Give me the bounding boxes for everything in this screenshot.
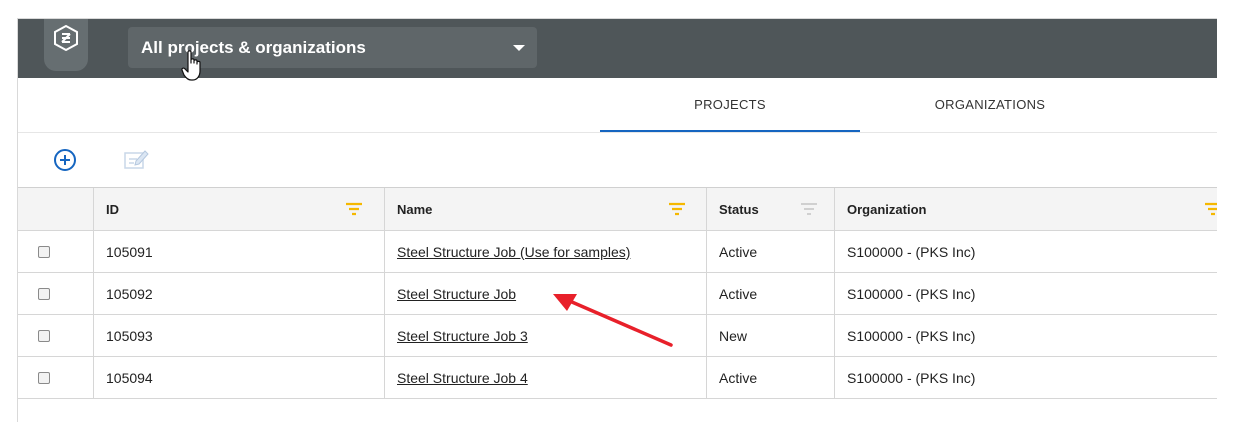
column-header-id[interactable]: ID [94, 188, 385, 230]
column-header-label: Organization [847, 201, 927, 217]
row-checkbox[interactable] [37, 371, 50, 384]
organization-cell: S100000 - (PKS Inc) [847, 285, 976, 302]
organization-cell: S100000 - (PKS Inc) [847, 369, 976, 386]
tab-projects[interactable]: PROJECTS [600, 78, 860, 132]
filter-icon[interactable] [1204, 202, 1217, 216]
filter-icon[interactable] [800, 202, 818, 216]
row-checkbox[interactable] [37, 329, 50, 342]
status-cell: Active [707, 357, 835, 398]
project-name-link[interactable]: Steel Structure Job [397, 286, 516, 302]
row-checkbox[interactable] [37, 287, 50, 300]
plus-icon [60, 155, 70, 165]
add-project-button[interactable] [54, 149, 76, 171]
tab-projects-label: PROJECTS [694, 96, 766, 112]
app-logo[interactable] [44, 19, 88, 71]
edit-icon [124, 150, 149, 169]
id-cell: 105091 [94, 231, 385, 272]
filter-icon[interactable] [668, 202, 686, 216]
toolbar [18, 133, 1217, 187]
row-select-cell [18, 273, 94, 314]
row-select-cell [18, 231, 94, 272]
id-cell: 105092 [94, 273, 385, 314]
select-column-header [18, 188, 94, 230]
id-cell: 105093 [94, 315, 385, 356]
column-header-organization[interactable]: Organization [835, 188, 1217, 230]
column-header-label: ID [106, 201, 119, 217]
column-header-name[interactable]: Name [385, 188, 707, 230]
column-header-label: Status [719, 201, 759, 217]
tab-organizations-label: ORGANIZATIONS [934, 96, 1046, 112]
table-row[interactable]: 105094 Steel Structure Job 4 Active S100… [18, 357, 1217, 399]
table-header-row: ID Name Status Organization [18, 188, 1217, 231]
status-cell: Active [707, 273, 835, 314]
table-row[interactable]: 105093 Steel Structure Job 3 New S100000… [18, 315, 1217, 357]
chevron-down-icon [513, 45, 525, 51]
projects-table: ID Name Status Organization 105091 Steel… [18, 187, 1217, 399]
organization-cell: S100000 - (PKS Inc) [847, 327, 976, 344]
project-name-link[interactable]: Steel Structure Job 4 [397, 370, 528, 386]
name-cell: Steel Structure Job 3 [385, 315, 707, 356]
top-bar: All projects & organizations [18, 19, 1217, 81]
organization-cell: S100000 - (PKS Inc) [847, 243, 976, 260]
table-row[interactable]: 105092 Steel Structure Job Active S10000… [18, 273, 1217, 315]
logo-icon [54, 25, 78, 51]
tab-organizations[interactable]: ORGANIZATIONS [860, 78, 1120, 130]
column-header-status[interactable]: Status [707, 188, 835, 230]
id-cell: 105094 [94, 357, 385, 398]
filter-icon[interactable] [345, 202, 363, 216]
name-cell: Steel Structure Job 4 [385, 357, 707, 398]
column-header-label: Name [397, 201, 433, 217]
project-selector-label: All projects & organizations [141, 37, 366, 57]
status-cell: New [707, 315, 835, 356]
name-cell: Steel Structure Job [385, 273, 707, 314]
name-cell: Steel Structure Job (Use for samples) [385, 231, 707, 272]
row-select-cell [18, 357, 94, 398]
edit-project-button[interactable] [123, 147, 151, 171]
app-frame: All projects & organizations PROJECTS OR… [17, 18, 1217, 422]
project-name-link[interactable]: Steel Structure Job (Use for samples) [397, 244, 630, 260]
table-row[interactable]: 105091 Steel Structure Job (Use for samp… [18, 231, 1217, 273]
project-name-link[interactable]: Steel Structure Job 3 [397, 328, 528, 344]
row-select-cell [18, 315, 94, 356]
status-cell: Active [707, 231, 835, 272]
row-checkbox[interactable] [37, 245, 50, 258]
tab-bar: PROJECTS ORGANIZATIONS [18, 78, 1217, 133]
